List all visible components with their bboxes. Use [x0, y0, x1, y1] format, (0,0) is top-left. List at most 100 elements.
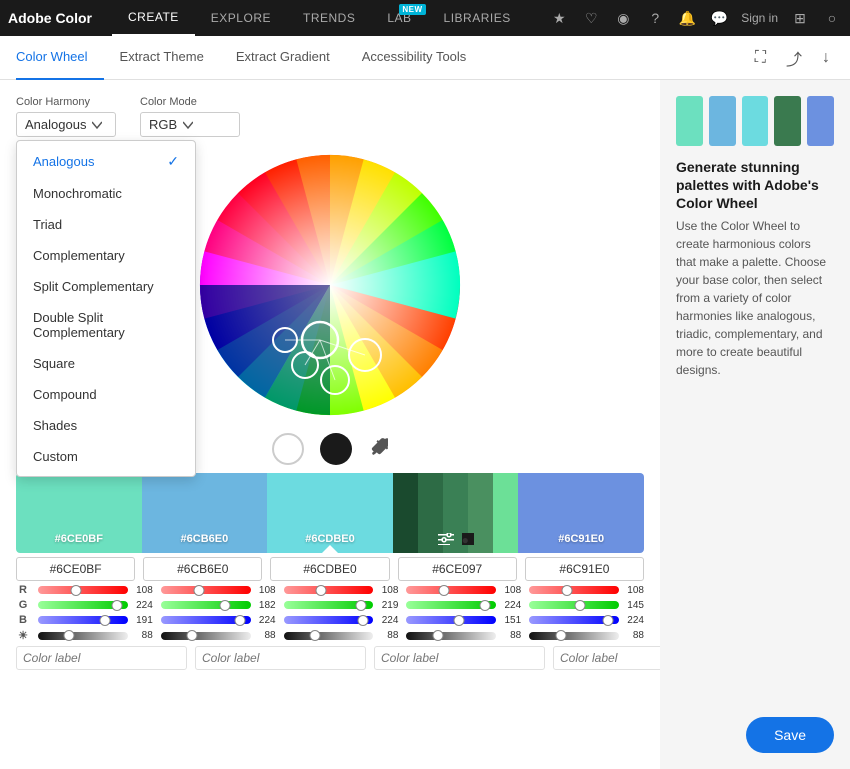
slider-thumb-brightness-0[interactable] [64, 630, 75, 641]
slider-track-brightness-1[interactable] [161, 632, 251, 640]
slider-track-B-4[interactable] [529, 616, 619, 624]
swatch-5[interactable]: #6C91E0 [518, 473, 644, 553]
slider-value-G-4: 145 [622, 600, 644, 611]
color-label-2[interactable] [195, 646, 366, 670]
grid-icon[interactable]: ⊞ [790, 8, 810, 28]
slider-thumb-G-3[interactable] [480, 600, 491, 611]
nav-create[interactable]: CREATE [112, 0, 195, 36]
palette-swatch-2[interactable] [709, 96, 736, 146]
hex-input-5[interactable] [525, 557, 644, 581]
sign-in-link[interactable]: Sign in [741, 11, 778, 25]
dropdown-item-analogous[interactable]: Analogous ✓ [17, 145, 195, 178]
palette-swatch-1[interactable] [676, 96, 703, 146]
black-tool[interactable] [320, 433, 352, 465]
color-label-3[interactable] [374, 646, 545, 670]
slider-track-G-4[interactable] [529, 601, 619, 609]
nav-explore[interactable]: EXPLORE [195, 0, 287, 36]
slider-thumb-B-4[interactable] [603, 615, 614, 626]
chat-icon[interactable]: 💬 [709, 8, 729, 28]
heart-icon[interactable]: ♡ [581, 8, 601, 28]
download-icon[interactable]: ↓ [818, 45, 834, 71]
slider-track-G-0[interactable] [38, 601, 128, 609]
dropdown-item-monochromatic[interactable]: Monochromatic [17, 178, 195, 209]
slider-track-brightness-3[interactable] [406, 632, 496, 640]
slider-thumb-B-3[interactable] [454, 615, 465, 626]
slider-thumb-B-1[interactable] [234, 615, 245, 626]
slider-track-brightness-2[interactable] [284, 632, 374, 640]
slider-thumb-G-1[interactable] [219, 600, 230, 611]
slider-thumb-R-2[interactable] [316, 585, 327, 596]
slider-track-R-1[interactable] [161, 586, 251, 594]
nav-libraries[interactable]: LIBRARIES [428, 0, 527, 36]
slider-track-R-3[interactable] [406, 586, 496, 594]
color-wheel-icon[interactable]: ◉ [613, 8, 633, 28]
help-icon[interactable]: ? [645, 8, 665, 28]
tab-accessibility-tools[interactable]: Accessibility Tools [346, 36, 483, 80]
mode-dropdown-button[interactable]: RGB [140, 112, 240, 137]
dropdown-item-compound[interactable]: Compound [17, 379, 195, 410]
dropdown-item-square[interactable]: Square [17, 348, 195, 379]
slider-track-G-3[interactable] [406, 601, 496, 609]
swatch-2[interactable]: #6CB6E0 [142, 473, 268, 553]
swatch-1[interactable]: #6CE0BF [16, 473, 142, 553]
slider-thumb-brightness-4[interactable] [555, 630, 566, 641]
hex-input-4[interactable] [398, 557, 517, 581]
slider-track-B-0[interactable] [38, 616, 128, 624]
slider-track-R-0[interactable] [38, 586, 128, 594]
slider-thumb-R-1[interactable] [193, 585, 204, 596]
slider-thumb-G-0[interactable] [112, 600, 123, 611]
hex-input-2[interactable] [143, 557, 262, 581]
profile-icon[interactable]: ○ [822, 8, 842, 28]
dropdown-item-complementary[interactable]: Complementary [17, 240, 195, 271]
nav-lab[interactable]: LAB New [371, 0, 427, 36]
slider-thumb-B-2[interactable] [357, 615, 368, 626]
nav-trends[interactable]: TRENDS [287, 0, 371, 36]
slider-thumb-brightness-2[interactable] [310, 630, 321, 641]
tab-color-wheel[interactable]: Color Wheel [16, 36, 104, 80]
slider-thumb-brightness-3[interactable] [432, 630, 443, 641]
share-icon[interactable]: ⤴ [782, 42, 806, 74]
tab-extract-gradient[interactable]: Extract Gradient [220, 36, 346, 80]
harmony-dropdown-button[interactable]: Analogous [16, 112, 116, 137]
slider-track-B-2[interactable] [284, 616, 374, 624]
color-label-4[interactable] [553, 646, 660, 670]
hex-input-1[interactable] [16, 557, 135, 581]
fullscreen-icon[interactable]: ⛶ [751, 45, 770, 71]
slider-track-R-4[interactable] [529, 586, 619, 594]
slider-track-brightness-4[interactable] [529, 632, 619, 640]
slider-track-R-2[interactable] [284, 586, 374, 594]
color-label-1[interactable] [16, 646, 187, 670]
color-wheel-container[interactable] [190, 145, 470, 425]
palette-swatch-5[interactable] [807, 96, 834, 146]
color-wheel[interactable] [190, 145, 470, 425]
eyedropper-button[interactable] [368, 437, 388, 462]
slider-thumb-brightness-1[interactable] [187, 630, 198, 641]
slider-thumb-R-3[interactable] [439, 585, 450, 596]
slider-thumb-B-0[interactable] [100, 615, 111, 626]
slider-track-G-2[interactable] [284, 601, 374, 609]
slider-thumb-R-0[interactable] [70, 585, 81, 596]
hex-input-3[interactable] [270, 557, 389, 581]
swatch-4[interactable]: ● [393, 473, 519, 553]
slider-thumb-G-2[interactable] [355, 600, 366, 611]
slider-track-brightness-0[interactable] [38, 632, 128, 640]
app-logo[interactable]: Adobe Color [8, 10, 92, 26]
swatch-3[interactable]: #6CDBE0 [267, 473, 393, 553]
dropdown-item-triad[interactable]: Triad [17, 209, 195, 240]
dropdown-item-custom[interactable]: Custom [17, 441, 195, 472]
dropdown-item-shades[interactable]: Shades [17, 410, 195, 441]
slider-thumb-G-4[interactable] [575, 600, 586, 611]
slider-track-B-3[interactable] [406, 616, 496, 624]
palette-swatch-3[interactable] [742, 96, 769, 146]
slider-track-G-1[interactable] [161, 601, 251, 609]
dropdown-item-double-split[interactable]: Double Split Complementary [17, 302, 195, 348]
tab-extract-theme[interactable]: Extract Theme [104, 36, 220, 80]
palette-swatch-4[interactable] [774, 96, 801, 146]
slider-track-B-1[interactable] [161, 616, 251, 624]
dropdown-item-split-complementary[interactable]: Split Complementary [17, 271, 195, 302]
star-icon[interactable]: ★ [549, 8, 569, 28]
save-button[interactable]: Save [746, 717, 834, 753]
slider-thumb-R-4[interactable] [561, 585, 572, 596]
white-tool[interactable] [272, 433, 304, 465]
notification-icon[interactable]: 🔔 [677, 8, 697, 28]
